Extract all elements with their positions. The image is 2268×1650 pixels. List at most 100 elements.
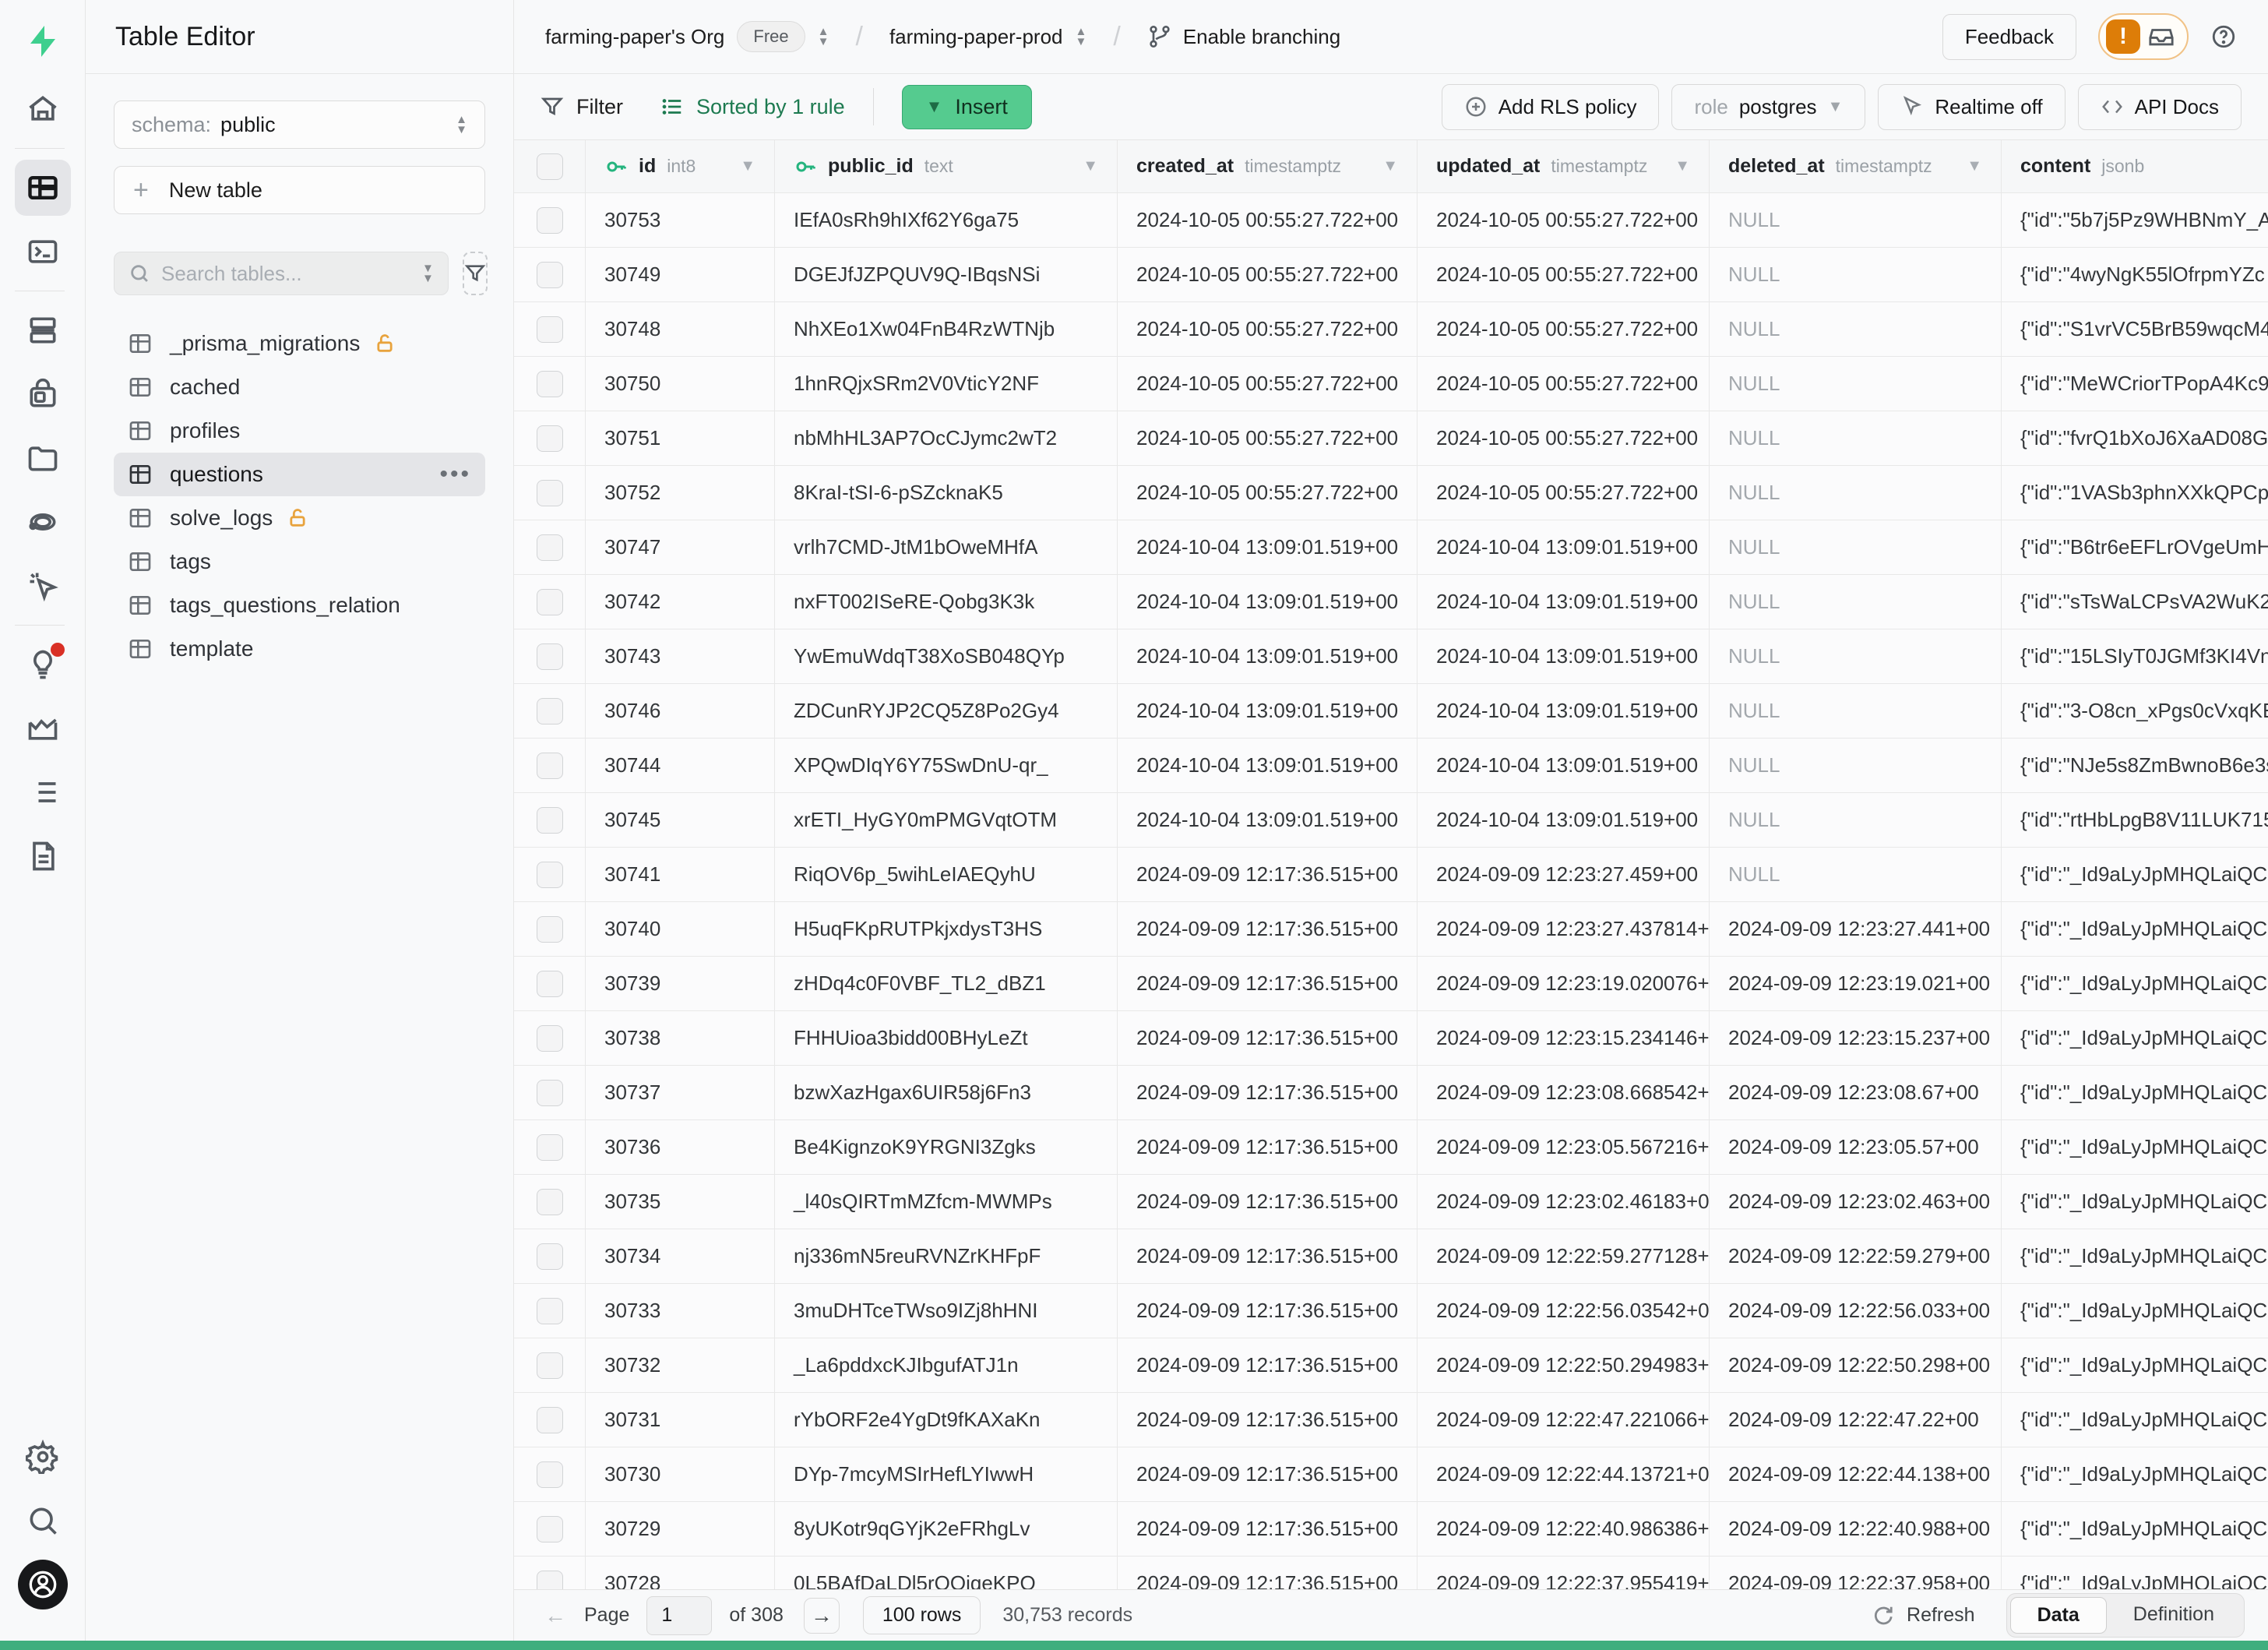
filter-button[interactable]: Filter [541, 95, 623, 119]
cell-content[interactable]: {"id":"15LSIyT0JGMf3KI4Vn [2002, 629, 2268, 683]
rows-per-page-select[interactable]: 100 rows [863, 1596, 981, 1634]
table-row[interactable]: 30746ZDCunRYJP2CQ5Z8Po2Gy42024-10-04 13:… [514, 684, 2268, 739]
api-docs-button[interactable]: API Docs [2078, 84, 2242, 130]
page-input[interactable] [646, 1596, 712, 1635]
cell-created_at[interactable]: 2024-10-04 13:09:01.519+00 [1118, 520, 1418, 574]
row-checkbox[interactable] [537, 316, 563, 343]
row-checkbox[interactable] [537, 1080, 563, 1106]
row-checkbox[interactable] [537, 534, 563, 561]
row-checkbox[interactable] [537, 589, 563, 615]
sidebar-table-questions[interactable]: questions••• [114, 453, 485, 496]
refresh-button[interactable]: Refresh [1871, 1604, 1975, 1627]
row-checkbox[interactable] [537, 1407, 563, 1433]
row-checkbox[interactable] [537, 862, 563, 888]
cell-created_at[interactable]: 2024-10-05 00:55:27.722+00 [1118, 357, 1418, 411]
cell-created_at[interactable]: 2024-10-05 00:55:27.722+00 [1118, 466, 1418, 520]
table-row[interactable]: 30739zHDq4c0F0VBF_TL2_dBZ12024-09-09 12:… [514, 957, 2268, 1011]
cell-deleted_at[interactable]: 2024-09-09 12:22:37.958+00 [1710, 1557, 2002, 1589]
column-menu-button[interactable]: ▼ [1083, 157, 1098, 175]
cell-deleted_at[interactable]: 2024-09-09 12:22:40.988+00 [1710, 1502, 2002, 1556]
cell-public_id[interactable]: nj336mN5reuRVNZrKHFpF [775, 1229, 1118, 1283]
cell-id[interactable]: 30743 [586, 629, 775, 683]
cell-created_at[interactable]: 2024-10-05 00:55:27.722+00 [1118, 248, 1418, 301]
cell-public_id[interactable]: 0L5BAfDaLDl5rQOiqeKPO [775, 1557, 1118, 1589]
column-header-created_at[interactable]: created_attimestamptz▼ [1118, 140, 1418, 192]
table-row[interactable]: 30751nbMhHL3AP7OcCJymc2wT22024-10-05 00:… [514, 411, 2268, 466]
cell-created_at[interactable]: 2024-10-04 13:09:01.519+00 [1118, 575, 1418, 629]
row-checkbox[interactable] [537, 698, 563, 725]
cell-content[interactable]: {"id":"_Id9aLyJpMHQLaiQC [2002, 1447, 2268, 1501]
cell-id[interactable]: 30746 [586, 684, 775, 738]
cell-deleted_at[interactable]: 2024-09-09 12:23:05.57+00 [1710, 1120, 2002, 1174]
cell-updated_at[interactable]: 2024-10-05 00:55:27.722+00 [1418, 302, 1710, 356]
cell-deleted_at[interactable]: NULL [1710, 848, 2002, 901]
cell-content[interactable]: {"id":"_Id9aLyJpMHQLaiQC [2002, 1011, 2268, 1065]
table-row[interactable]: 30743YwEmuWdqT38XoSB048QYp2024-10-04 13:… [514, 629, 2268, 684]
cell-public_id[interactable]: YwEmuWdqT38XoSB048QYp [775, 629, 1118, 683]
schema-select[interactable]: schema: public ▲▼ [114, 100, 485, 149]
row-checkbox[interactable] [537, 643, 563, 670]
notifications-button[interactable]: ! [2098, 13, 2189, 60]
sort-button[interactable]: Sorted by 1 rule [660, 95, 845, 119]
cell-content[interactable]: {"id":"_Id9aLyJpMHQLaiQC [2002, 1175, 2268, 1229]
table-row[interactable]: 30747vrlh7CMD-JtM1bOweMHfA2024-10-04 13:… [514, 520, 2268, 575]
cell-public_id[interactable]: rYbORF2e4YgDt9fKAXaKn [775, 1393, 1118, 1447]
cell-id[interactable]: 30740 [586, 902, 775, 956]
cell-created_at[interactable]: 2024-09-09 12:17:36.515+00 [1118, 1393, 1418, 1447]
cell-updated_at[interactable]: 2024-10-04 13:09:01.519+00 [1418, 684, 1710, 738]
cell-updated_at[interactable]: 2024-09-09 12:22:59.277128+00 [1418, 1229, 1710, 1283]
column-menu-button[interactable]: ▼ [740, 157, 755, 175]
column-menu-button[interactable]: ▼ [1967, 157, 1982, 175]
cell-updated_at[interactable]: 2024-09-09 12:22:50.294983+00 [1418, 1338, 1710, 1392]
cell-content[interactable]: {"id":"_Id9aLyJpMHQLaiQC [2002, 1066, 2268, 1119]
supabase-logo[interactable] [16, 14, 70, 69]
cell-public_id[interactable]: _La6pddxcKJIbgufATJ1n [775, 1338, 1118, 1392]
cell-public_id[interactable]: vrlh7CMD-JtM1bOweMHfA [775, 520, 1118, 574]
cell-updated_at[interactable]: 2024-09-09 12:22:56.03542+00 [1418, 1284, 1710, 1338]
rail-item-logs[interactable] [15, 764, 71, 820]
rail-item-advisors[interactable] [15, 636, 71, 693]
cell-created_at[interactable]: 2024-09-09 12:17:36.515+00 [1118, 1284, 1418, 1338]
rail-item-auth[interactable] [15, 366, 71, 422]
cell-public_id[interactable]: IEfA0sRh9hIXf62Y6ga75 [775, 193, 1118, 247]
row-checkbox[interactable] [537, 753, 563, 779]
cell-created_at[interactable]: 2024-10-05 00:55:27.722+00 [1118, 411, 1418, 465]
cell-id[interactable]: 30751 [586, 411, 775, 465]
row-checkbox[interactable] [537, 1189, 563, 1215]
cell-deleted_at[interactable]: NULL [1710, 248, 2002, 301]
cell-id[interactable]: 30729 [586, 1502, 775, 1556]
cell-content[interactable]: {"id":"_Id9aLyJpMHQLaiQC [2002, 957, 2268, 1010]
cell-content[interactable]: {"id":"_Id9aLyJpMHQLaiQC [2002, 1229, 2268, 1283]
cell-deleted_at[interactable]: NULL [1710, 466, 2002, 520]
table-row[interactable]: 30737bzwXazHgax6UIR58j6Fn32024-09-09 12:… [514, 1066, 2268, 1120]
cell-content[interactable]: {"id":"4wyNgK55lOfrpmYZc [2002, 248, 2268, 301]
cell-id[interactable]: 30748 [586, 302, 775, 356]
rail-item-edge-functions[interactable] [15, 494, 71, 550]
rail-item-storage[interactable] [15, 430, 71, 486]
cell-id[interactable]: 30734 [586, 1229, 775, 1283]
table-row[interactable]: 30745xrETI_HyGY0mPMGVqtOTM2024-10-04 13:… [514, 793, 2268, 848]
cell-deleted_at[interactable]: NULL [1710, 302, 2002, 356]
cell-updated_at[interactable]: 2024-09-09 12:23:15.234146+00 [1418, 1011, 1710, 1065]
cell-created_at[interactable]: 2024-10-05 00:55:27.722+00 [1118, 302, 1418, 356]
cell-public_id[interactable]: bzwXazHgax6UIR58j6Fn3 [775, 1066, 1118, 1119]
realtime-toggle-button[interactable]: Realtime off [1878, 84, 2065, 130]
cell-created_at[interactable]: 2024-09-09 12:17:36.515+00 [1118, 1229, 1418, 1283]
help-button[interactable] [2210, 23, 2237, 50]
table-options-button[interactable]: ••• [439, 461, 471, 488]
cell-created_at[interactable]: 2024-09-09 12:17:36.515+00 [1118, 1338, 1418, 1392]
cell-updated_at[interactable]: 2024-09-09 12:23:27.459+00 [1418, 848, 1710, 901]
cell-updated_at[interactable]: 2024-09-09 12:23:08.668542+00 [1418, 1066, 1710, 1119]
cell-deleted_at[interactable]: 2024-09-09 12:22:56.033+00 [1710, 1284, 2002, 1338]
sidebar-table-solve_logs[interactable]: solve_logs [114, 496, 485, 540]
cell-public_id[interactable]: 8yUKotr9qGYjK2eFRhgLv [775, 1502, 1118, 1556]
cell-updated_at[interactable]: 2024-09-09 12:23:19.020076+00 [1418, 957, 1710, 1010]
cell-created_at[interactable]: 2024-09-09 12:17:36.515+00 [1118, 1447, 1418, 1501]
cell-created_at[interactable]: 2024-10-04 13:09:01.519+00 [1118, 684, 1418, 738]
table-row[interactable]: 307501hnRQjxSRm2V0VticY2NF2024-10-05 00:… [514, 357, 2268, 411]
cell-deleted_at[interactable]: NULL [1710, 520, 2002, 574]
cell-deleted_at[interactable]: 2024-09-09 12:22:44.138+00 [1710, 1447, 2002, 1501]
row-checkbox[interactable] [537, 1571, 563, 1590]
breadcrumb-org[interactable]: farming-paper's Org [545, 25, 724, 49]
cell-updated_at[interactable]: 2024-10-04 13:09:01.519+00 [1418, 520, 1710, 574]
